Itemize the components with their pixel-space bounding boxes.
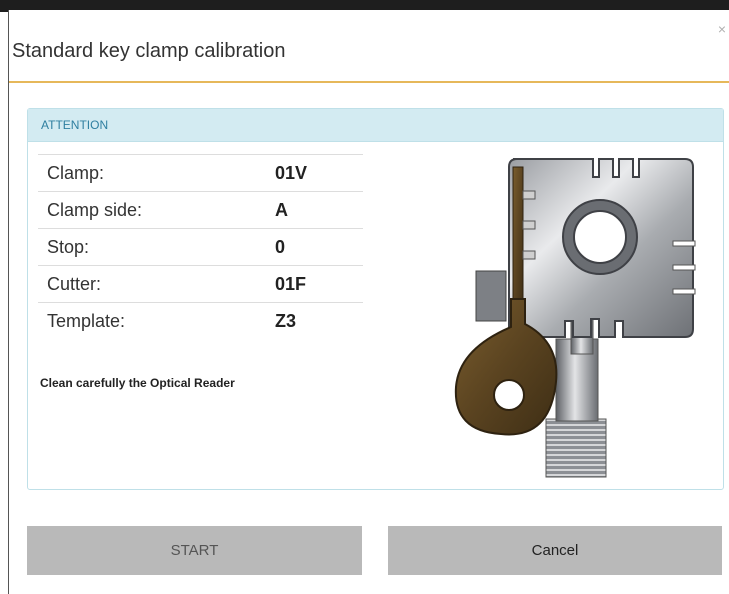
cancel-button[interactable]: Cancel <box>388 526 722 575</box>
optical-reader-note: Clean carefully the Optical Reader <box>40 376 235 390</box>
table-row: Clamp: 01V <box>38 154 363 192</box>
calibration-parameters-table: Clamp: 01V Clamp side: A Stop: 0 Cutter:… <box>38 154 363 339</box>
table-row: Template: Z3 <box>38 302 363 339</box>
attention-panel: ATTENTION Clamp: 01V Clamp side: A Stop:… <box>27 108 724 490</box>
table-row: Clamp side: A <box>38 191 363 229</box>
table-row: Cutter: 01F <box>38 265 363 303</box>
key-clamp-illustration <box>454 158 696 478</box>
close-icon[interactable]: × <box>718 21 726 37</box>
param-label-stop: Stop: <box>38 228 275 266</box>
param-value-cutter: 01F <box>275 265 363 303</box>
start-button[interactable]: START <box>27 526 362 575</box>
calibration-dialog: Standard key clamp calibration × ATTENTI… <box>8 10 729 594</box>
param-value-stop: 0 <box>275 228 363 266</box>
param-value-template: Z3 <box>275 302 363 339</box>
attention-header: ATTENTION <box>28 109 723 142</box>
table-row: Stop: 0 <box>38 228 363 266</box>
param-label-clamp-side: Clamp side: <box>38 191 275 229</box>
param-value-clamp-side: A <box>275 191 363 229</box>
param-label-clamp: Clamp: <box>38 154 275 192</box>
param-label-template: Template: <box>38 302 275 339</box>
param-label-cutter: Cutter: <box>38 265 275 303</box>
dialog-title: Standard key clamp calibration <box>12 40 286 62</box>
param-value-clamp: 01V <box>275 154 363 192</box>
dialog-header: Standard key clamp calibration × <box>9 10 729 83</box>
